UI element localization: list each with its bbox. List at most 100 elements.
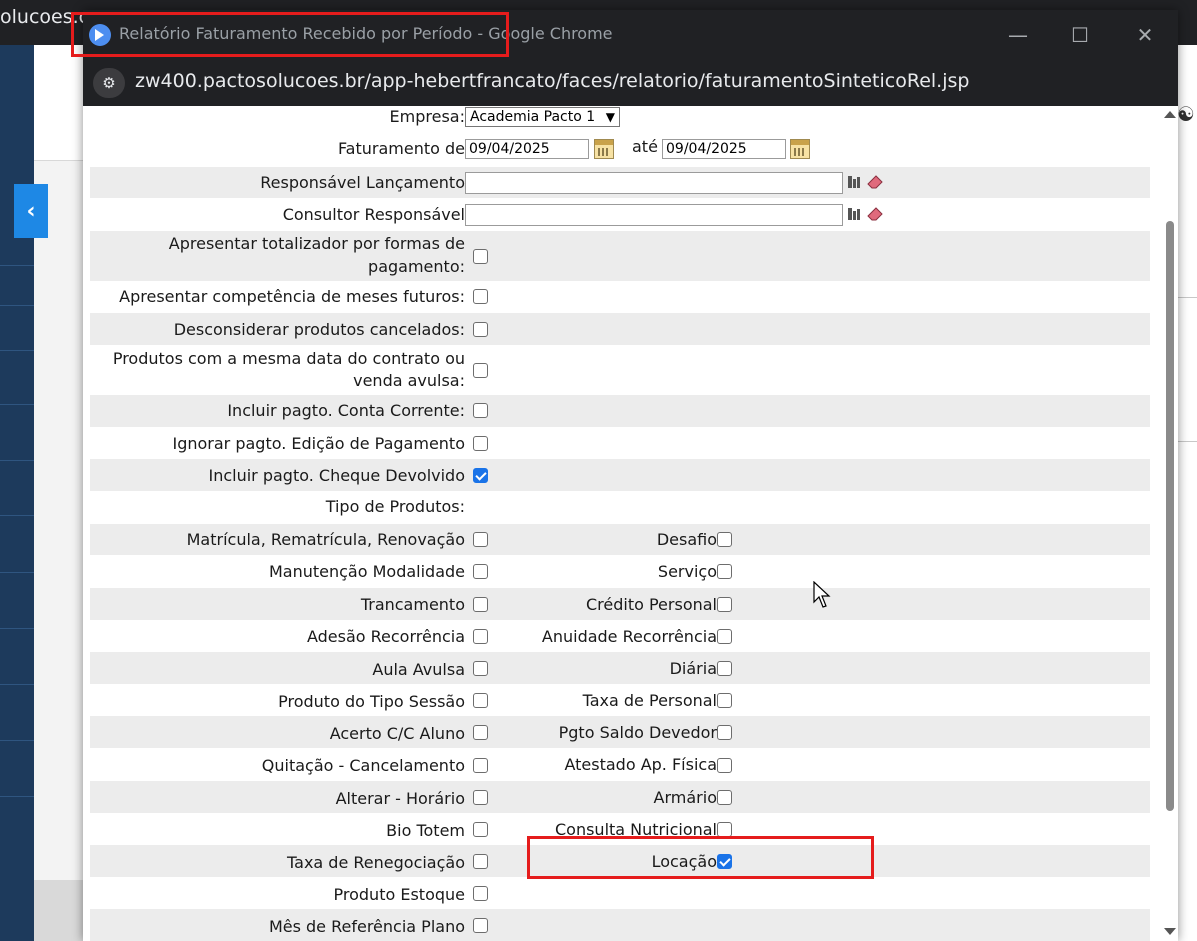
- empresa-select-value: Academia Pacto 1: [470, 109, 596, 125]
- lookup-icon[interactable]: [847, 175, 861, 189]
- product-checkbox[interactable]: [717, 758, 732, 773]
- site-settings-icon[interactable]: ⚙: [93, 68, 125, 98]
- product-checkbox[interactable]: [473, 918, 488, 933]
- product-checkbox[interactable]: [473, 661, 488, 676]
- desconsiderar-checkbox[interactable]: [473, 322, 488, 337]
- scrollbar[interactable]: [1161, 106, 1178, 941]
- product-checkbox[interactable]: [473, 854, 488, 869]
- product-label: Crédito Personal: [585, 595, 717, 614]
- eraser-icon[interactable]: [867, 207, 883, 221]
- product-label: Aula Avulsa: [372, 660, 465, 679]
- url-text[interactable]: zw400.pactosolucoes.br/app-hebertfrancat…: [135, 70, 969, 92]
- product-checkbox[interactable]: [473, 758, 488, 773]
- product-row: Aula Avulsa Diária: [90, 652, 1150, 684]
- background-divider: [1178, 441, 1197, 442]
- calendar-icon[interactable]: [790, 139, 810, 159]
- product-label: Manutenção Modalidade: [268, 562, 465, 581]
- empresa-label: Empresa:: [389, 107, 465, 126]
- sidebar-divider: [0, 740, 34, 741]
- product-checkbox[interactable]: [717, 532, 732, 547]
- option-label: Incluir pagto. Conta Corrente:: [227, 401, 465, 420]
- product-checkbox[interactable]: [473, 790, 488, 805]
- product-label: Anuidade Recorrência: [541, 627, 717, 646]
- product-checkbox[interactable]: [473, 886, 488, 901]
- product-row: Alterar - Horário Armário: [90, 781, 1150, 813]
- option-label: Ignorar pagto. Edição de Pagamento: [172, 434, 465, 453]
- product-label: Quitação - Cancelamento: [261, 756, 465, 775]
- sidebar-divider: [0, 265, 34, 266]
- product-label: Desafio: [656, 530, 717, 549]
- product-checkbox[interactable]: [473, 822, 488, 837]
- empresa-select[interactable]: Academia Pacto 1 ▼: [465, 107, 620, 127]
- close-button[interactable]: ✕: [1125, 20, 1165, 50]
- ignorar-edicao-checkbox[interactable]: [473, 436, 488, 451]
- user-icon[interactable]: ☯: [1177, 102, 1195, 126]
- option-row: Produtos com a mesma data do contrato ou…: [90, 345, 1150, 395]
- cheque-devolvido-checkbox[interactable]: [473, 468, 488, 483]
- date-to-input[interactable]: 09/04/2025: [662, 139, 786, 159]
- competencia-checkbox[interactable]: [473, 289, 488, 304]
- product-row: Mês de Referência Plano: [90, 909, 1150, 941]
- product-checkbox[interactable]: [473, 725, 488, 740]
- totalizador-checkbox[interactable]: [473, 249, 488, 264]
- product-checkbox[interactable]: [473, 629, 488, 644]
- product-label: Diária: [669, 659, 717, 678]
- minimize-button[interactable]: —: [998, 20, 1038, 50]
- report-popup-window: Relatório Faturamento Recebido por Perío…: [83, 10, 1178, 941]
- product-checkbox[interactable]: [717, 629, 732, 644]
- product-checkbox[interactable]: [717, 790, 732, 805]
- product-label: Acerto C/C Aluno: [329, 724, 465, 743]
- product-checkbox[interactable]: [473, 564, 488, 579]
- product-checkbox[interactable]: [717, 822, 732, 837]
- option-label: pagamento:: [368, 257, 465, 276]
- product-checkbox[interactable]: [717, 725, 732, 740]
- mesma-data-checkbox[interactable]: [473, 363, 488, 378]
- product-label: Trancamento: [360, 595, 465, 614]
- product-checkbox[interactable]: [717, 597, 732, 612]
- product-checkbox[interactable]: [473, 597, 488, 612]
- scroll-up-arrow-icon[interactable]: [1164, 111, 1176, 118]
- product-checkbox[interactable]: [717, 661, 732, 676]
- report-filter-form: Empresa: Academia Pacto 1 ▼ Faturamento …: [83, 106, 1178, 941]
- background-right-panel: [1178, 105, 1197, 941]
- consultor-label: Consultor Responsável: [282, 205, 465, 224]
- conta-corrente-checkbox[interactable]: [473, 403, 488, 418]
- option-row: Apresentar totalizador por formas de pag…: [90, 231, 1150, 281]
- sidebar-collapse-button[interactable]: ‹: [14, 184, 48, 238]
- scroll-thumb[interactable]: [1166, 221, 1174, 811]
- product-checkbox[interactable]: [473, 693, 488, 708]
- option-label: venda avulsa:: [353, 371, 465, 390]
- sidebar-divider: [0, 796, 34, 797]
- date-from-input[interactable]: 09/04/2025: [465, 139, 589, 159]
- option-label: Apresentar totalizador por formas de: [168, 234, 465, 253]
- product-checkbox[interactable]: [473, 532, 488, 547]
- calendar-icon[interactable]: [594, 139, 614, 159]
- eraser-icon[interactable]: [867, 175, 883, 189]
- title-highlight-box: [71, 12, 509, 57]
- product-label: Pgto Saldo Devedor: [558, 723, 717, 742]
- sidebar-divider: [0, 404, 34, 405]
- maximize-button[interactable]: ☐: [1060, 20, 1100, 50]
- ate-label: até: [632, 137, 658, 156]
- chevron-left-icon: ‹: [26, 198, 36, 224]
- product-row: Produto do Tipo Sessão Taxa de Personal: [90, 684, 1150, 716]
- faturamento-row: Faturamento de 09/04/2025 até 09/04/2025: [90, 136, 1150, 162]
- tipo-produtos-row: Tipo de Produtos:: [90, 491, 1150, 523]
- background-sidebar: [0, 45, 34, 941]
- option-label: Incluir pagto. Cheque Devolvido: [208, 466, 465, 485]
- sidebar-divider: [0, 684, 34, 685]
- sidebar-divider: [0, 350, 34, 351]
- product-row: Trancamento Crédito Personal: [90, 588, 1150, 620]
- sidebar-divider: [0, 305, 34, 306]
- sidebar-divider: [0, 460, 34, 461]
- empresa-row: Empresa: Academia Pacto 1 ▼: [90, 106, 1150, 128]
- option-label: Desconsiderar produtos cancelados:: [173, 320, 465, 339]
- option-row: Incluir pagto. Conta Corrente:: [90, 395, 1150, 427]
- product-checkbox[interactable]: [717, 564, 732, 579]
- scroll-down-arrow-icon[interactable]: [1164, 928, 1176, 935]
- consultor-input[interactable]: [465, 204, 843, 226]
- lookup-icon[interactable]: [847, 207, 861, 221]
- product-checkbox[interactable]: [717, 693, 732, 708]
- responsavel-input[interactable]: [465, 172, 843, 194]
- product-row: Quitação - Cancelamento Atestado Ap. Fís…: [90, 748, 1150, 781]
